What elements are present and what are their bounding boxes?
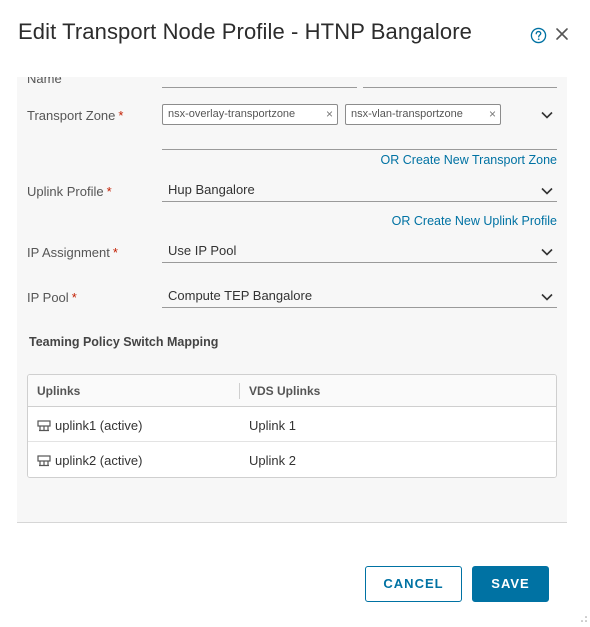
uplink-profile-label: Uplink Profile * <box>27 184 112 199</box>
ip-assignment-select[interactable]: Use IP Pool <box>162 240 557 263</box>
transport-zone-label-text: Transport Zone <box>27 108 116 123</box>
column-header-vds-uplinks[interactable]: VDS Uplinks <box>249 384 320 398</box>
cancel-button[interactable]: CANCEL <box>365 566 462 602</box>
required-mark: * <box>71 290 77 305</box>
name-field[interactable] <box>162 87 357 88</box>
required-mark: * <box>106 184 112 199</box>
transport-zone-multiselect[interactable]: nsx-overlay-transportzone × nsx-vlan-tra… <box>162 104 557 150</box>
chip-remove-icon[interactable]: × <box>326 105 333 124</box>
ip-assignment-label: IP Assignment * <box>27 245 118 260</box>
teaming-policy-title: Teaming Policy Switch Mapping <box>29 335 219 349</box>
vds-uplink-cell[interactable]: Uplink 2 <box>249 453 296 468</box>
transport-zone-label: Transport Zone * <box>27 108 123 123</box>
ip-pool-value: Compute TEP Bangalore <box>168 288 313 303</box>
transport-zone-chip: nsx-vlan-transportzone × <box>345 104 501 125</box>
chevron-down-icon[interactable] <box>541 248 553 256</box>
uplink-cell: uplink1 (active) <box>55 418 143 433</box>
close-icon[interactable] <box>555 27 569 41</box>
uplink-profile-value: Hup Bangalore <box>168 182 255 197</box>
uplink-icon <box>37 455 51 467</box>
teaming-mapping-grid: Uplinks VDS Uplinks uplink1 (active) Upl… <box>27 374 557 478</box>
create-uplink-profile-link[interactable]: OR Create New Uplink Profile <box>392 214 557 228</box>
dialog-title: Edit Transport Node Profile - HTNP Banga… <box>18 19 472 44</box>
chevron-down-icon[interactable] <box>541 111 553 119</box>
uplink-profile-select[interactable]: Hup Bangalore <box>162 179 557 202</box>
chevron-down-icon[interactable] <box>541 293 553 301</box>
column-header-uplinks[interactable]: Uplinks <box>37 384 80 398</box>
ip-assignment-value: Use IP Pool <box>168 243 237 258</box>
vds-uplink-cell[interactable]: Uplink 1 <box>249 418 296 433</box>
ip-pool-label: IP Pool * <box>27 290 77 305</box>
column-separator[interactable] <box>239 383 240 399</box>
uplink-icon <box>37 420 51 432</box>
uplink-profile-label-text: Uplink Profile <box>27 184 104 199</box>
name-label: Name <box>27 77 62 86</box>
grid-header: Uplinks VDS Uplinks <box>28 375 556 407</box>
help-icon[interactable] <box>530 27 547 44</box>
ip-assignment-label-text: IP Assignment <box>27 245 110 260</box>
ip-pool-select[interactable]: Compute TEP Bangalore <box>162 285 557 308</box>
resize-grip-icon[interactable] <box>580 615 588 623</box>
table-row[interactable]: uplink2 (active) Uplink 2 <box>28 442 556 477</box>
table-row[interactable]: uplink1 (active) Uplink 1 <box>28 407 556 442</box>
required-mark: * <box>118 108 124 123</box>
form-area: Name Transport Zone * nsx-overlay-transpo… <box>17 77 567 523</box>
chip-remove-icon[interactable]: × <box>489 105 496 124</box>
chevron-down-icon[interactable] <box>541 187 553 195</box>
create-transport-zone-link[interactable]: OR Create New Transport Zone <box>381 153 557 167</box>
required-mark: * <box>112 245 118 260</box>
chip-label: nsx-vlan-transportzone <box>351 108 463 120</box>
ip-pool-label-text: IP Pool <box>27 290 69 305</box>
chip-label: nsx-overlay-transportzone <box>168 108 296 120</box>
uplink-cell: uplink2 (active) <box>55 453 143 468</box>
description-field[interactable] <box>363 87 557 88</box>
save-button[interactable]: SAVE <box>472 566 549 602</box>
transport-zone-chip: nsx-overlay-transportzone × <box>162 104 338 125</box>
